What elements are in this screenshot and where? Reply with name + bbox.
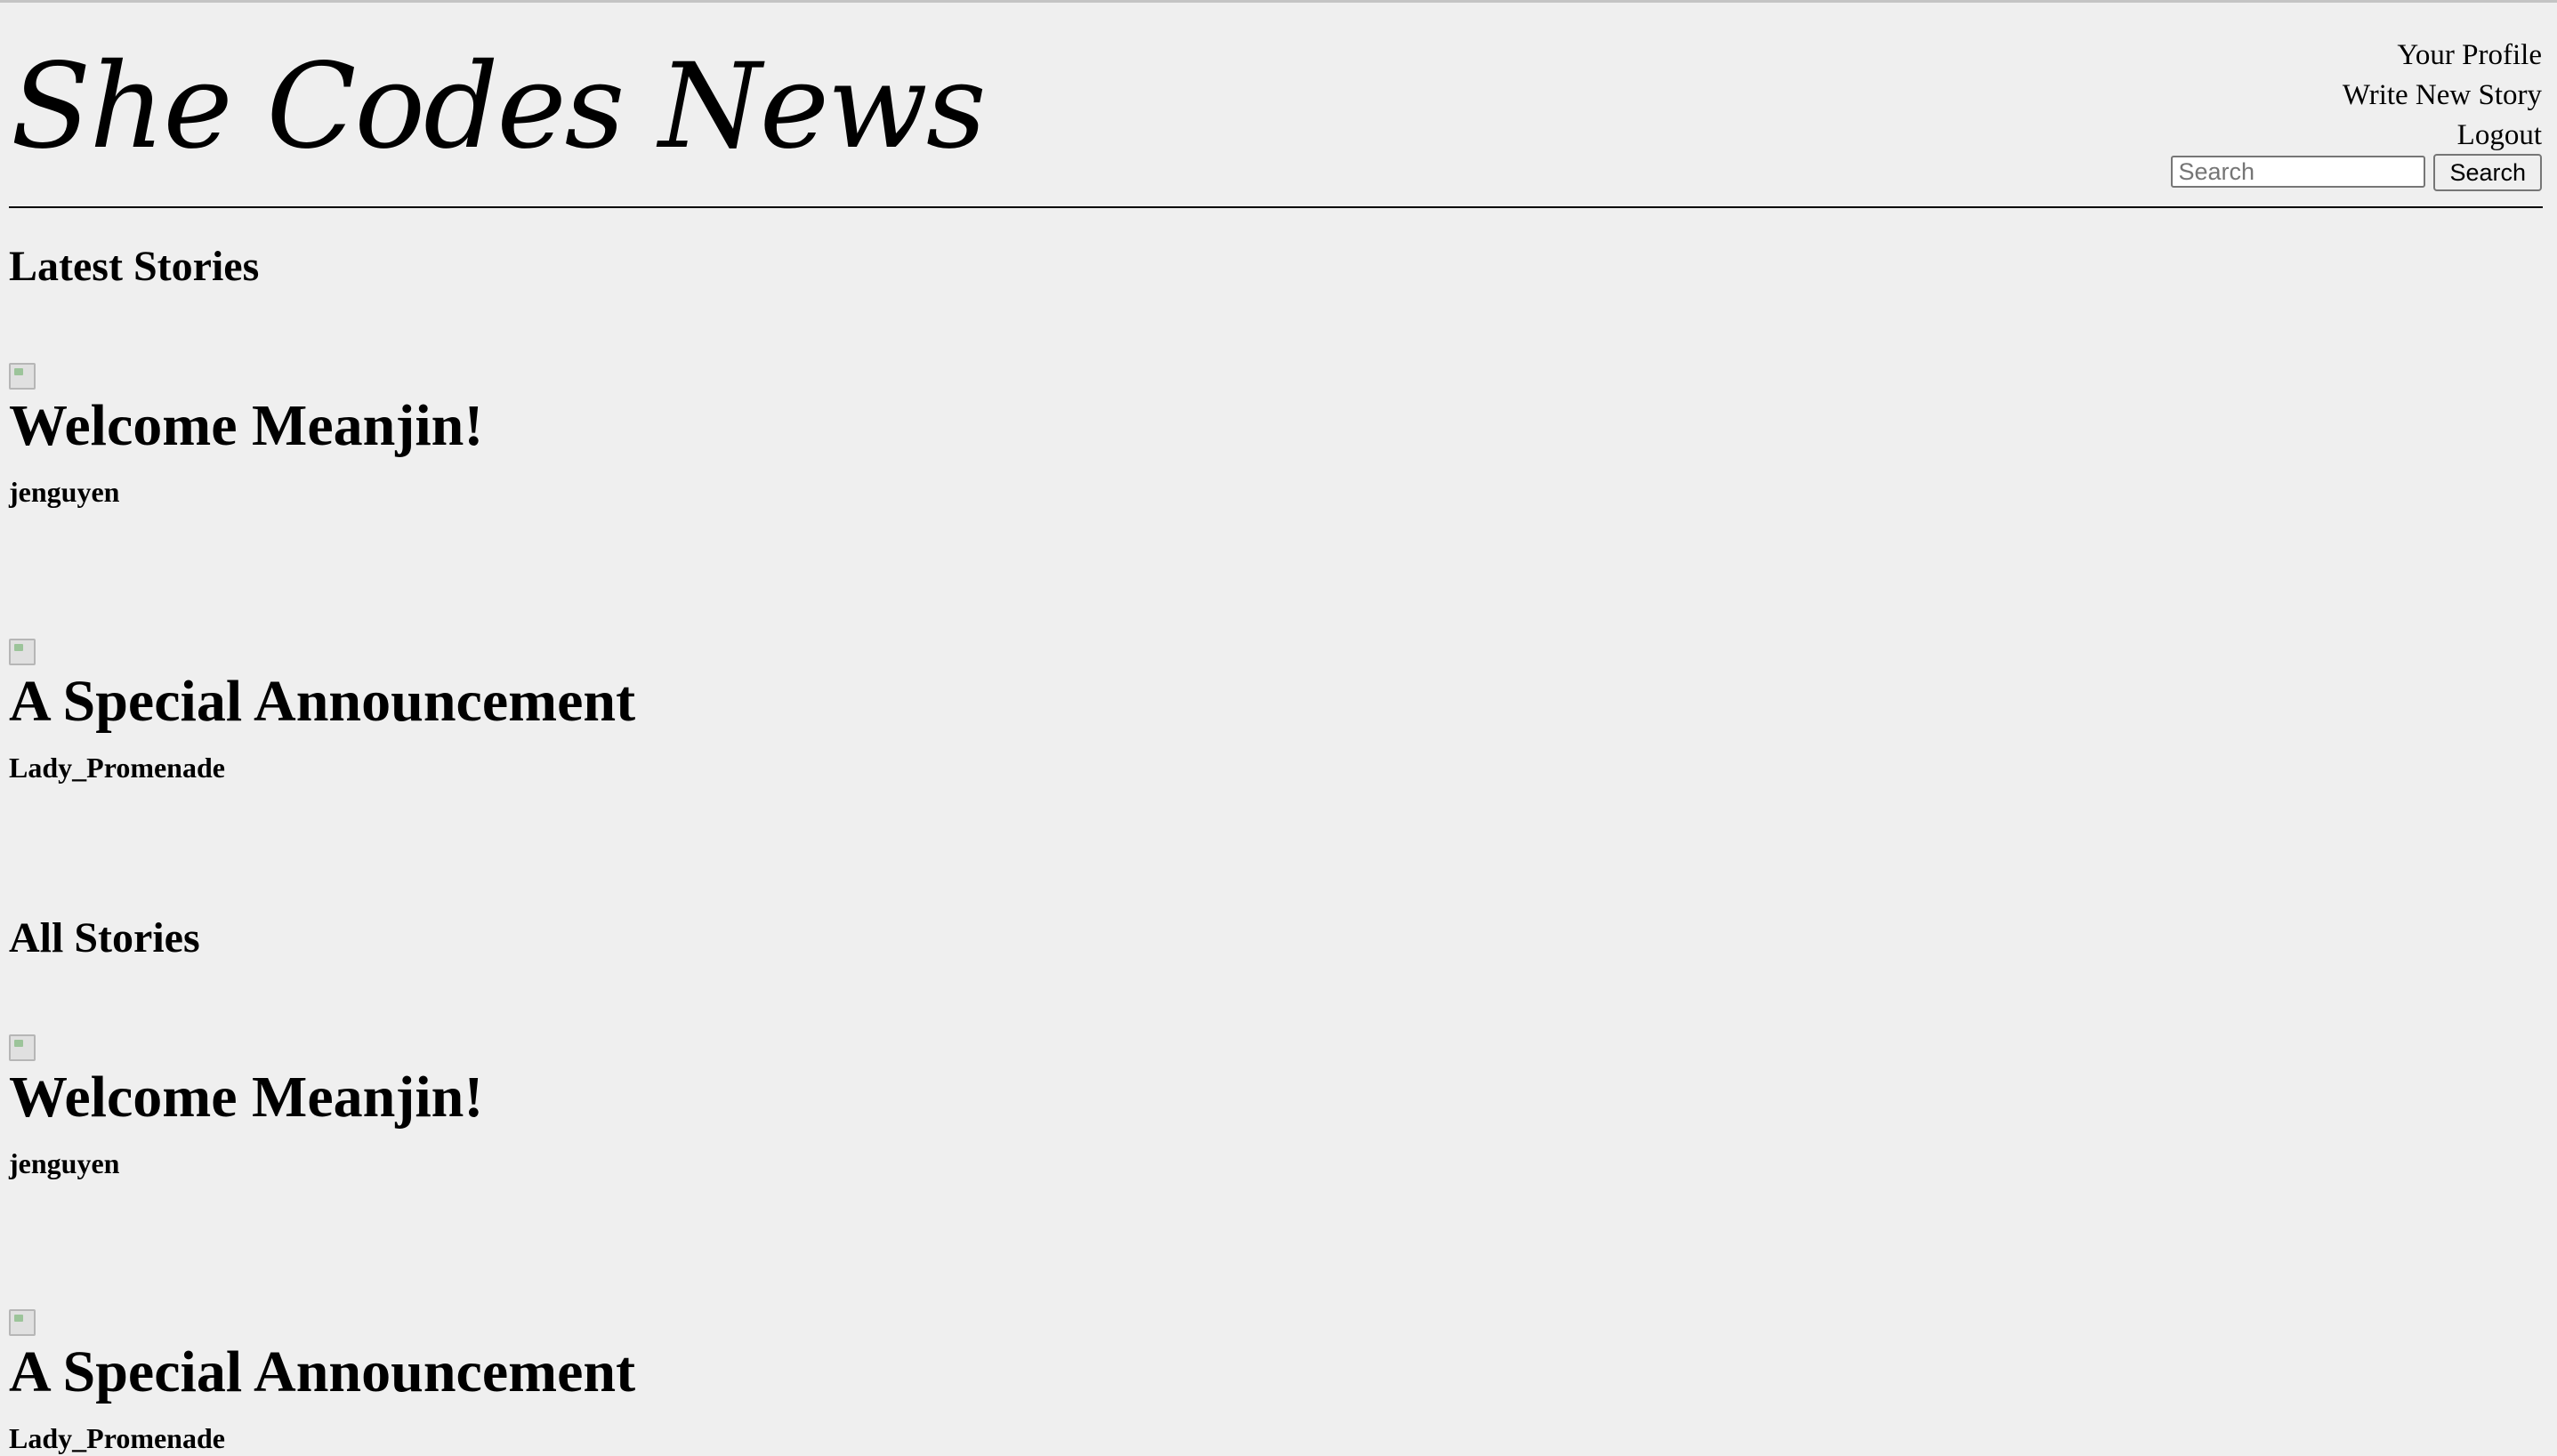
story-card[interactable]: A Special Announcement Lady_Promenade: [9, 1309, 635, 1456]
search-input[interactable]: [2171, 156, 2426, 188]
story-card[interactable]: Welcome Meanjin! jenguyen: [9, 1034, 483, 1181]
broken-image-icon: [9, 1309, 36, 1336]
story-author: jenguyen: [9, 1147, 120, 1179]
header-nav: Your Profile Write New Story Logout: [2343, 36, 2542, 156]
search-form: Search: [2171, 154, 2542, 191]
story-title[interactable]: Welcome Meanjin!: [9, 390, 483, 463]
broken-image-icon: [9, 1034, 36, 1061]
story-title[interactable]: Welcome Meanjin!: [9, 1061, 483, 1134]
nav-link-write-new-story[interactable]: Write New Story: [2343, 76, 2542, 116]
nav-link-your-profile[interactable]: Your Profile: [2343, 36, 2542, 76]
story-title[interactable]: A Special Announcement: [9, 1336, 635, 1409]
site-logo[interactable]: She Codes News: [11, 36, 987, 178]
search-button[interactable]: Search: [2433, 154, 2542, 191]
story-card[interactable]: A Special Announcement Lady_Promenade: [9, 639, 635, 785]
story-title[interactable]: A Special Announcement: [9, 665, 635, 738]
all-stories-heading: All Stories: [9, 914, 200, 961]
window-top-border: [0, 0, 2557, 3]
broken-image-icon: [9, 639, 36, 665]
story-author: Lady_Promenade: [9, 752, 225, 784]
broken-image-icon: [9, 363, 36, 390]
story-author: Lady_Promenade: [9, 1422, 225, 1454]
story-author: jenguyen: [9, 476, 120, 508]
logo-text: She Codes News: [11, 38, 987, 175]
nav-link-logout[interactable]: Logout: [2343, 116, 2542, 156]
story-card[interactable]: Welcome Meanjin! jenguyen: [9, 363, 483, 510]
latest-stories-heading: Latest Stories: [9, 243, 260, 290]
header-divider: [9, 206, 2543, 208]
